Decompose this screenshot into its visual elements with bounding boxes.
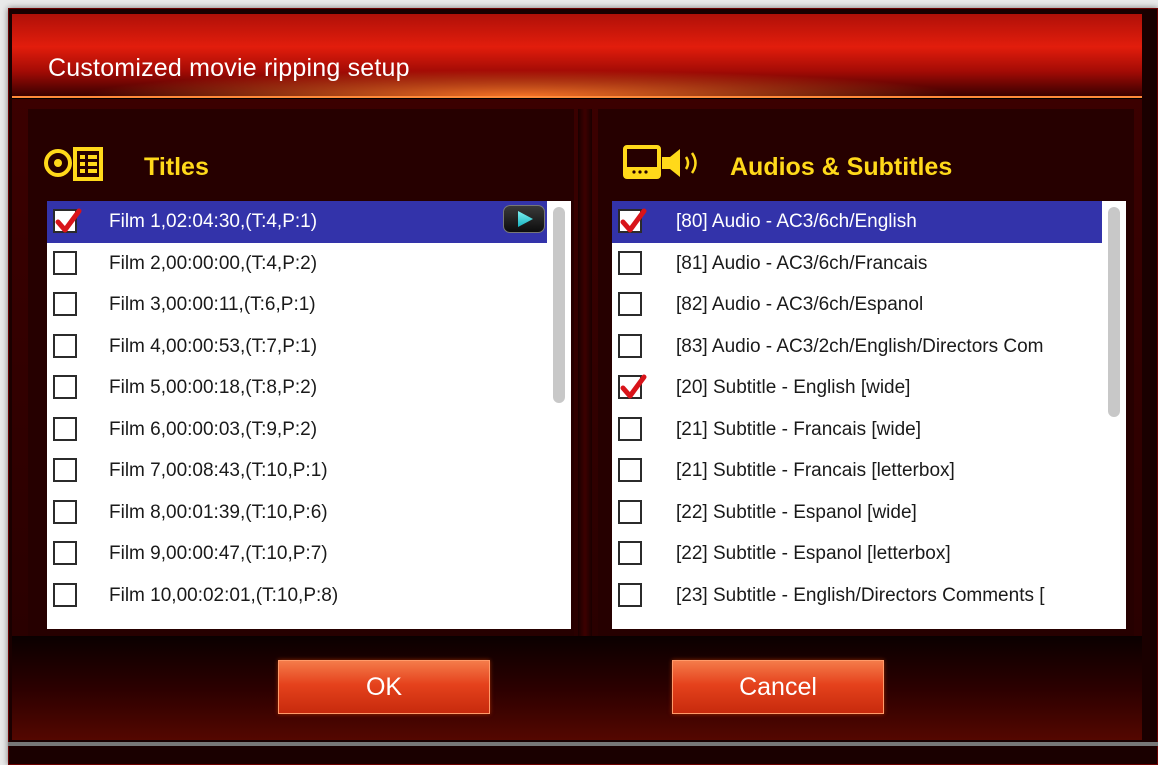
dialog-title: Customized movie ripping setup — [48, 54, 410, 82]
list-item[interactable]: [22] Subtitle - Espanol [wide] — [612, 492, 1126, 534]
item-checkbox[interactable] — [53, 582, 77, 607]
item-label: Film 7,00:08:43,(T:10,P:1) — [109, 460, 328, 481]
dialog-footer: OK Cancel — [12, 636, 1142, 740]
list-item[interactable]: [80] Audio - AC3/6ch/English — [612, 201, 1126, 243]
item-label: [21] Subtitle - Francais [wide] — [676, 418, 921, 440]
list-item[interactable]: [22] Subtitle - Espanol [letterbox] — [612, 533, 1126, 575]
list-item[interactable]: Film 5,00:00:18,(T:8,P:2) — [47, 367, 571, 409]
list-item[interactable]: Film 8,00:01:39,(T:10,P:6) — [47, 492, 571, 534]
item-checkbox[interactable] — [53, 458, 77, 482]
audio-subtitles-panel: Audios & Subtitles [80] Audio - AC3/6ch/… — [598, 109, 1134, 637]
list-item[interactable]: Film 6,00:00:03,(T:9,P:2) — [47, 409, 571, 451]
list-item[interactable]: [21] Subtitle - Francais [letterbox] — [612, 450, 1126, 492]
play-preview-button[interactable] — [503, 205, 545, 233]
item-checkbox[interactable] — [618, 333, 642, 358]
titles-scrollbar-thumb[interactable] — [553, 207, 565, 403]
item-checkbox[interactable] — [618, 292, 642, 316]
list-item[interactable]: [20] Subtitle - English [wide] — [612, 367, 1126, 409]
item-label: Film 5,00:00:18,(T:8,P:2) — [109, 377, 318, 398]
item-checkbox[interactable] — [618, 250, 642, 275]
titles-panel: Titles Film 1,02:04:30,(T:4,P:1) Film 2,0… — [28, 109, 574, 637]
panel-divider — [578, 109, 592, 637]
disc-list-icon — [42, 141, 106, 190]
dialog-titlebar: Customized movie ripping setup — [12, 14, 1142, 98]
item-label: [22] Subtitle - Espanol [letterbox] — [676, 543, 951, 564]
item-checkbox[interactable] — [618, 582, 642, 607]
titles-header: Titles — [144, 153, 209, 181]
item-checkbox[interactable] — [53, 208, 82, 233]
item-checkbox[interactable] — [618, 541, 642, 565]
window-bottom-edge — [8, 742, 1158, 746]
item-label: Film 3,00:00:11,(T:6,P:1) — [109, 294, 316, 315]
item-checkbox[interactable] — [618, 374, 647, 399]
item-label: Film 4,00:00:53,(T:7,P:1) — [109, 335, 318, 357]
list-item[interactable]: Film 3,00:00:11,(T:6,P:1) — [47, 284, 571, 326]
video-audio-icon — [622, 141, 712, 190]
item-label: Film 2,00:00:00,(T:4,P:2) — [109, 252, 318, 274]
item-label: Film 6,00:00:03,(T:9,P:2) — [109, 418, 318, 440]
item-label: [22] Subtitle - Espanol [wide] — [676, 501, 917, 523]
dialog-content: Titles Film 1,02:04:30,(T:4,P:1) Film 2,0… — [12, 98, 1142, 637]
item-checkbox[interactable] — [618, 499, 642, 524]
item-checkbox[interactable] — [53, 416, 77, 441]
list-item[interactable]: [21] Subtitle - Francais [wide] — [612, 409, 1126, 451]
item-checkbox[interactable] — [53, 541, 77, 565]
audio-subtitles-header: Audios & Subtitles — [730, 153, 953, 181]
item-label: Film 10,00:02:01,(T:10,P:8) — [109, 584, 339, 606]
item-checkbox[interactable] — [53, 292, 77, 316]
item-checkbox[interactable] — [618, 458, 642, 482]
audio-scrollbar[interactable] — [1102, 201, 1126, 629]
item-label: [81] Audio - AC3/6ch/Francais — [676, 252, 928, 274]
item-label: [21] Subtitle - Francais [letterbox] — [676, 460, 955, 481]
item-label: [80] Audio - AC3/6ch/English — [676, 211, 917, 232]
titles-scrollbar[interactable] — [547, 201, 571, 629]
list-item[interactable]: Film 9,00:00:47,(T:10,P:7) — [47, 533, 571, 575]
item-checkbox[interactable] — [618, 416, 642, 441]
item-label: [23] Subtitle - English/Directors Commen… — [676, 584, 1045, 606]
list-item[interactable]: Film 2,00:00:00,(T:4,P:2) — [47, 243, 571, 285]
list-item[interactable]: [83] Audio - AC3/2ch/English/Directors C… — [612, 326, 1126, 368]
list-item[interactable]: [23] Subtitle - English/Directors Commen… — [612, 575, 1126, 617]
list-item[interactable]: Film 10,00:02:01,(T:10,P:8) — [47, 575, 571, 617]
list-item[interactable]: [81] Audio - AC3/6ch/Francais — [612, 243, 1126, 285]
audio-subtitles-list[interactable]: [80] Audio - AC3/6ch/English [81] Audio -… — [612, 201, 1126, 629]
item-label: [20] Subtitle - English [wide] — [676, 377, 911, 398]
item-checkbox[interactable] — [53, 499, 77, 524]
list-item[interactable]: Film 7,00:08:43,(T:10,P:1) — [47, 450, 571, 492]
item-label: Film 1,02:04:30,(T:4,P:1) — [109, 211, 318, 232]
list-item[interactable]: Film 1,02:04:30,(T:4,P:1) — [47, 201, 571, 243]
item-label: Film 9,00:00:47,(T:10,P:7) — [109, 543, 328, 564]
audio-scrollbar-thumb[interactable] — [1108, 207, 1120, 417]
item-label: [83] Audio - AC3/2ch/English/Directors C… — [676, 335, 1044, 357]
ok-button[interactable]: OK — [278, 660, 490, 714]
cancel-button[interactable]: Cancel — [672, 660, 884, 714]
item-checkbox[interactable] — [53, 333, 77, 358]
audio-panel-header: Audios & Subtitles — [598, 141, 1134, 189]
titles-list[interactable]: Film 1,02:04:30,(T:4,P:1) Film 2,00:00:00… — [47, 201, 571, 629]
list-item[interactable]: [82] Audio - AC3/6ch/Espanol — [612, 284, 1126, 326]
item-label: [82] Audio - AC3/6ch/Espanol — [676, 294, 924, 315]
item-checkbox[interactable] — [618, 208, 647, 233]
list-item[interactable]: Film 4,00:00:53,(T:7,P:1) — [47, 326, 571, 368]
titles-panel-header: Titles — [28, 141, 574, 189]
item-checkbox[interactable] — [53, 375, 77, 399]
item-label: Film 8,00:01:39,(T:10,P:6) — [109, 501, 328, 523]
item-checkbox[interactable] — [53, 250, 77, 275]
